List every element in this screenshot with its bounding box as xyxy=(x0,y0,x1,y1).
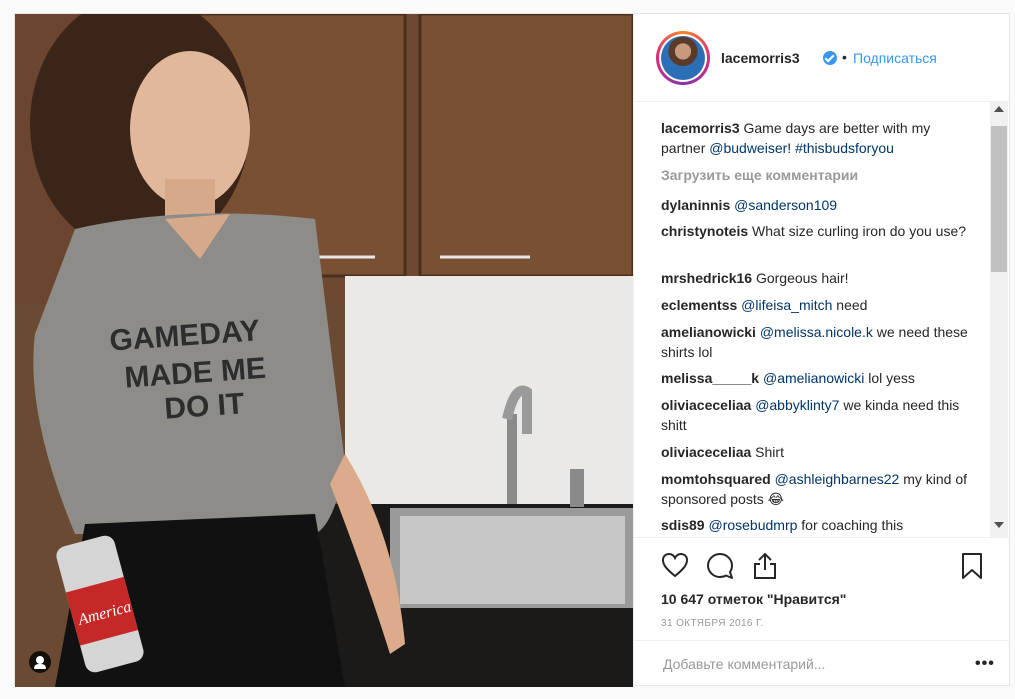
comment-mention[interactable]: @ashleighbarnes22 xyxy=(775,471,900,487)
separator-dot: • xyxy=(842,49,847,65)
comment-icon[interactable] xyxy=(706,552,734,580)
list-item: oliviaceceliaa Shirt xyxy=(661,442,971,462)
comment-username[interactable]: sdis89 xyxy=(661,517,705,533)
list-item: amelianowicki @melissa.nicole.k we need … xyxy=(661,322,971,362)
likes-count[interactable]: 10 647 отметок "Нравится" xyxy=(661,591,846,607)
list-item: momtohsquared @ashleighbarnes22 my kind … xyxy=(661,469,971,509)
comment-username[interactable]: melissa_____k xyxy=(661,370,759,386)
comment-username[interactable]: christynoteis xyxy=(661,223,748,239)
comment-text: for coaching this xyxy=(797,517,904,533)
comment-username[interactable]: momtohsquared xyxy=(661,471,771,487)
user-tag-icon[interactable] xyxy=(29,651,51,673)
caption-hashtag[interactable]: #thisbudsforyou xyxy=(795,140,894,156)
post-card: America GAMEDAY MADE ME DO IT lacemorris… xyxy=(14,13,1010,687)
comment-text: need xyxy=(832,297,868,313)
comment-username[interactable]: oliviaceceliaa xyxy=(661,444,751,460)
avatar[interactable] xyxy=(656,31,710,85)
comment-mention[interactable]: @abbyklinty7 xyxy=(755,397,839,413)
comments-list: lacemorris3 Game days are better with my… xyxy=(634,102,990,537)
scroll-down-icon[interactable] xyxy=(994,522,1004,528)
photo-illustration: America GAMEDAY MADE ME DO IT xyxy=(15,14,633,687)
scroll-up-icon[interactable] xyxy=(994,106,1004,112)
post-header: lacemorris3 • Подписаться xyxy=(634,14,1010,102)
post-actions: 10 647 отметок "Нравится" 31 ОКТЯБРЯ 201… xyxy=(634,537,1010,686)
caption-mention[interactable]: @budweiser xyxy=(709,140,787,156)
comment-mention[interactable]: @amelianowicki xyxy=(763,370,864,386)
follow-button[interactable]: Подписаться xyxy=(853,50,937,66)
list-item: eclementss @lifeisa_mitch need xyxy=(661,295,971,315)
post-date[interactable]: 31 ОКТЯБРЯ 2016 Г. xyxy=(661,618,764,629)
comment-mention[interactable]: @lifeisa_mitch xyxy=(741,297,832,313)
list-item: mrshedrick16 Gorgeous hair! xyxy=(661,268,971,288)
add-comment-bar: ••• xyxy=(634,640,1010,687)
comment-text: lol yess xyxy=(864,370,915,386)
comment-text: What size curling iron do you use? xyxy=(748,223,967,239)
comment-mention[interactable]: @sanderson109 xyxy=(734,197,837,213)
list-item: sdis89 @rosebudmrp for coaching this xyxy=(661,515,971,535)
comment-input[interactable] xyxy=(661,655,945,673)
bookmark-icon[interactable] xyxy=(961,552,983,580)
comment-mention[interactable]: @rosebudmrp xyxy=(708,517,797,533)
share-icon[interactable] xyxy=(752,552,778,580)
caption-username[interactable]: lacemorris3 xyxy=(661,120,740,136)
comment-username[interactable]: mrshedrick16 xyxy=(661,270,752,286)
comment-mention[interactable]: @melissa.nicole.k xyxy=(760,324,873,340)
comment-username[interactable]: eclementss xyxy=(661,297,737,313)
list-item: melissa_____k @amelianowicki lol yess xyxy=(661,368,971,388)
list-item: oliviaceceliaa @abbyklinty7 we kinda nee… xyxy=(661,395,971,435)
list-item: christynoteis What size curling iron do … xyxy=(661,221,971,241)
comment-username[interactable]: dylaninnis xyxy=(661,197,730,213)
load-more-comments[interactable]: Загрузить еще комментарии xyxy=(661,167,858,183)
shirt-text-line-3: DO IT xyxy=(163,387,245,426)
comment-username[interactable]: oliviaceceliaa xyxy=(661,397,751,413)
heart-icon[interactable] xyxy=(661,552,689,578)
more-options-icon[interactable]: ••• xyxy=(975,655,995,673)
caption: lacemorris3 Game days are better with my… xyxy=(661,118,971,158)
list-item: dylaninnis @sanderson109 xyxy=(661,195,971,215)
scroll-thumb[interactable] xyxy=(991,126,1007,272)
post-sidebar: lacemorris3 • Подписаться lacemorris3 Ga… xyxy=(633,14,1010,685)
comment-text: Shirt xyxy=(751,444,784,460)
header-username[interactable]: lacemorris3 xyxy=(721,50,800,66)
verified-icon xyxy=(823,51,837,65)
comment-username[interactable]: amelianowicki xyxy=(661,324,756,340)
comment-text: Gorgeous hair! xyxy=(752,270,849,286)
comments-scrollbar[interactable] xyxy=(990,102,1008,537)
caption-text-2: ! xyxy=(787,140,796,156)
post-photo[interactable]: America GAMEDAY MADE ME DO IT xyxy=(15,14,633,687)
